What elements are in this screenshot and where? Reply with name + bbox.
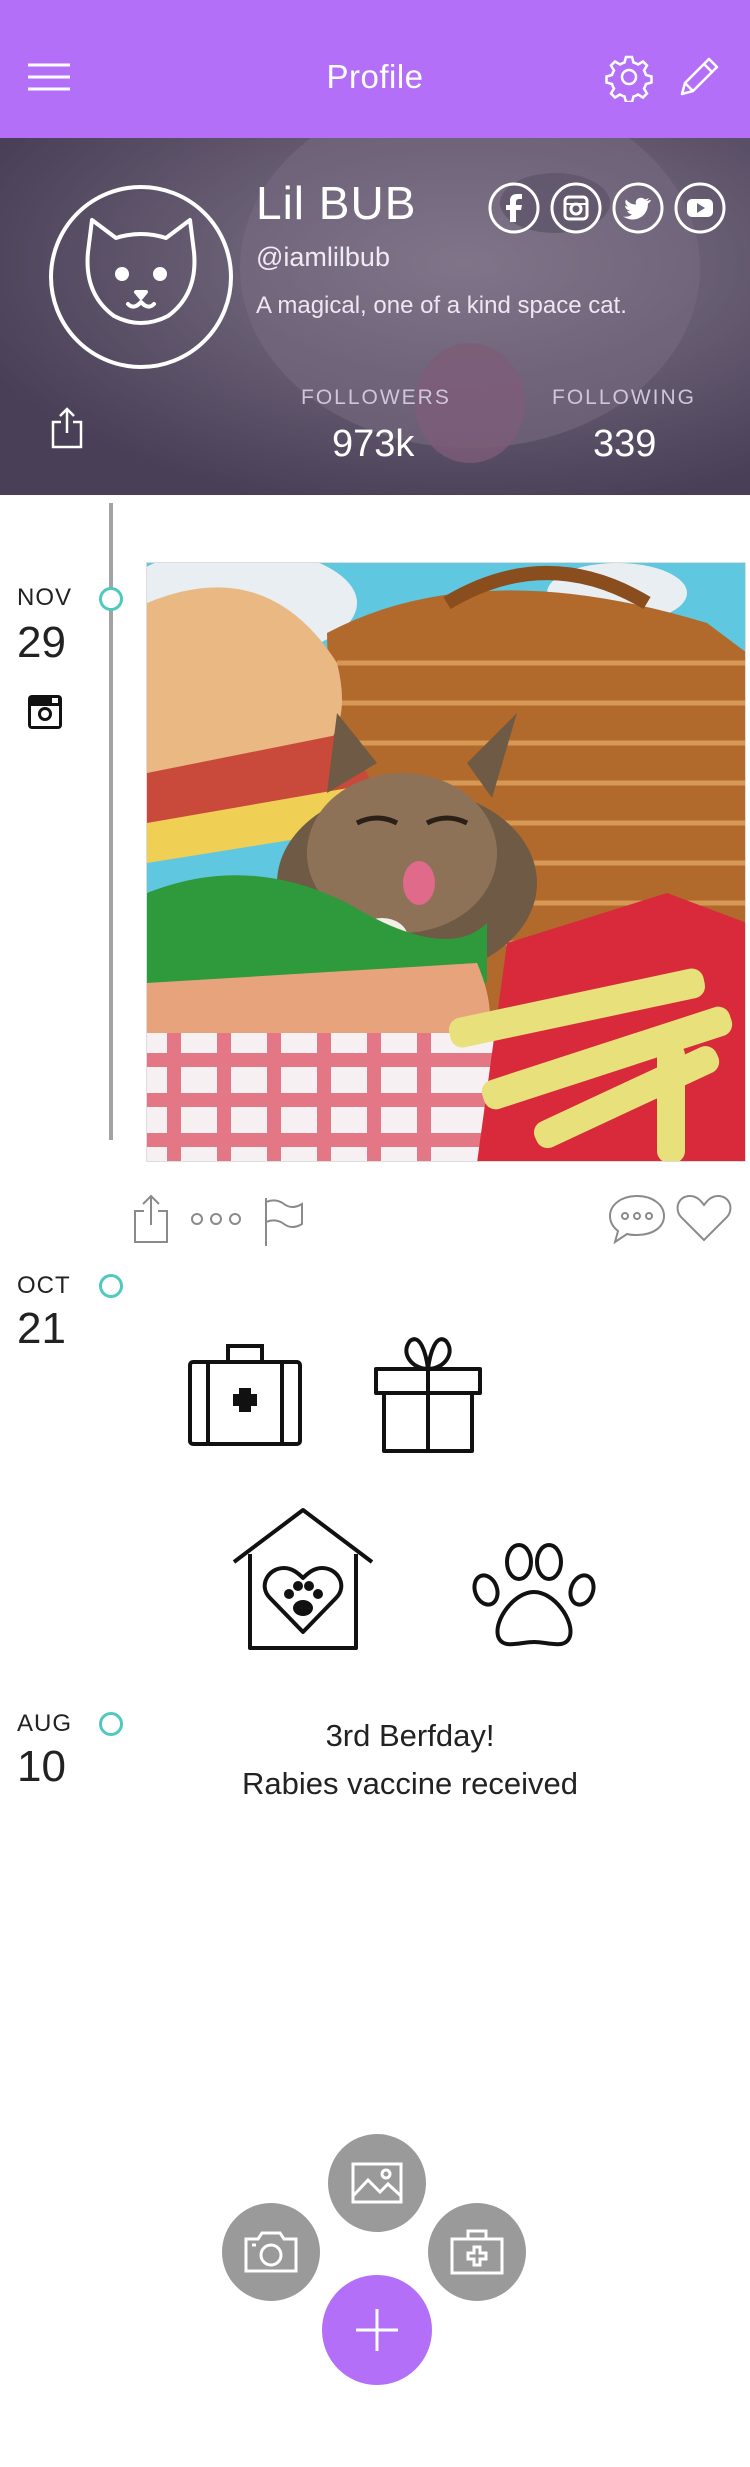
comment-icon[interactable] [607, 1192, 667, 1246]
add-photo-button[interactable] [328, 2134, 426, 2232]
medical-kit-icon[interactable] [186, 1338, 304, 1448]
youtube-icon[interactable] [674, 182, 726, 234]
heart-icon[interactable] [675, 1192, 733, 1244]
take-photo-button[interactable] [222, 2203, 320, 2301]
share-icon[interactable] [50, 406, 84, 450]
plus-icon [356, 2309, 398, 2351]
pencil-icon[interactable] [674, 52, 724, 102]
post-photo[interactable] [146, 562, 746, 1162]
facebook-icon[interactable] [488, 182, 540, 234]
profile-header: Lil BUB @iamlilbub A magical, one of a k… [0, 138, 750, 495]
flag-icon[interactable] [262, 1196, 304, 1248]
medical-kit-icon [450, 2229, 504, 2275]
twitter-icon[interactable] [612, 182, 664, 234]
pet-house-icon[interactable] [230, 1506, 376, 1652]
event-text: Rabies vaccine received [241, 1766, 578, 1801]
following-count[interactable]: 339 [593, 423, 656, 466]
instagram-icon [28, 695, 62, 729]
gift-icon[interactable] [372, 1333, 484, 1455]
share-icon[interactable] [132, 1193, 170, 1245]
social-links [488, 182, 726, 234]
cat-face-icon[interactable] [48, 184, 234, 370]
entry-day: 29 [17, 618, 66, 667]
top-bar: Profile [0, 0, 750, 138]
more-dots-icon[interactable] [188, 1209, 244, 1229]
instagram-icon[interactable] [550, 182, 602, 234]
gear-icon[interactable] [604, 52, 654, 102]
timeline-dot [99, 1274, 123, 1298]
profile-name: Lil BUB [256, 177, 417, 229]
following-label: FOLLOWING [552, 386, 697, 409]
profile-bio: A magical, one of a kind space cat. [256, 292, 627, 319]
image-icon [351, 2162, 403, 2204]
entry-month: NOV [17, 584, 73, 611]
camera-icon [244, 2231, 298, 2273]
entry-month: OCT [17, 1272, 71, 1299]
event-text: 3rd Berfday! [325, 1718, 495, 1753]
add-medical-button[interactable] [428, 2203, 526, 2301]
timeline-dot [99, 587, 123, 611]
paw-icon[interactable] [470, 1540, 598, 1652]
followers-count[interactable]: 973k [332, 423, 414, 466]
add-entry-button[interactable] [322, 2275, 432, 2385]
profile-handle: @iamlilbub [256, 242, 390, 272]
entry-day: 21 [17, 1304, 66, 1353]
followers-label: FOLLOWERS [301, 386, 451, 409]
